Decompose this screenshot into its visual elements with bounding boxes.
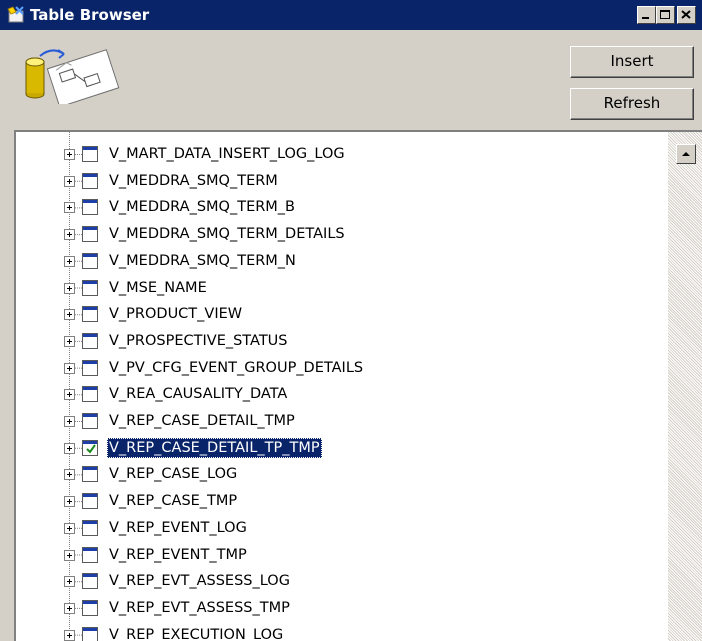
expand-plus-icon[interactable] xyxy=(64,309,75,321)
tree-item[interactable]: V_REP_CASE_LOG xyxy=(64,464,624,490)
table-icon xyxy=(82,306,98,323)
tree-item[interactable]: V_MEDDRA_SMQ_TERM xyxy=(64,171,624,197)
tree-item[interactable]: V_REP_EXECUTION_LOG xyxy=(64,625,624,641)
tree-item[interactable]: V_REP_EVENT_TMP xyxy=(64,545,624,571)
tree-item-label: V_REP_EVT_ASSESS_LOG xyxy=(109,573,290,590)
tree-item[interactable]: V_MEDDRA_SMQ_TERM_B xyxy=(64,197,624,223)
expand-plus-icon[interactable] xyxy=(64,629,75,641)
expand-plus-icon[interactable] xyxy=(64,416,75,427)
tree-item-label: V_PRODUCT_VIEW xyxy=(109,306,243,323)
expand-plus-icon[interactable] xyxy=(64,549,75,561)
arrow-up-icon xyxy=(682,152,690,156)
expand-plus-icon[interactable] xyxy=(64,496,75,508)
table-icon xyxy=(82,146,98,162)
tree-item-label: V_MEDDRA_SMQ_TERM_B xyxy=(109,199,296,216)
table-icon xyxy=(82,493,98,510)
table-browser-icon xyxy=(7,6,24,23)
tree-item-label: V_MART_DATA_INSERT_LOG_LOG xyxy=(109,146,345,162)
tree-item[interactable]: V_REA_CAUSALITY_DATA xyxy=(64,384,624,410)
tree-item[interactable]: V_MART_DATA_INSERT_LOG_LOG xyxy=(64,144,624,170)
expand-plus-icon[interactable] xyxy=(64,335,75,347)
insert-button[interactable]: Insert xyxy=(570,46,694,78)
tree-item[interactable]: V_REP_EVT_ASSESS_TMP xyxy=(64,598,624,624)
tree-item[interactable]: V_REP_CASE_DETAIL_TMP xyxy=(64,411,624,437)
table-icon xyxy=(82,599,98,616)
tree-item[interactable]: V_PV_CFG_EVENT_GROUP_DETAILS xyxy=(64,358,624,384)
expand-plus-icon[interactable] xyxy=(64,602,75,614)
table-tree[interactable]: V_MART_DATA_INSERT_LOG_LOG V_MEDDRA_SMQ_T… xyxy=(14,130,702,641)
maximize-icon xyxy=(660,10,670,19)
tree-item-label: V_MSE_NAME xyxy=(109,279,207,296)
table-icon xyxy=(82,359,98,376)
table-icon xyxy=(82,573,98,590)
table-icon xyxy=(82,626,98,641)
tree-item-label: V_REP_CASE_LOG xyxy=(109,466,238,483)
tree-item[interactable]: V_MEDDRA_SMQ_TERM_DETAILS xyxy=(64,224,624,250)
tree-item[interactable]: V_PRODUCT_VIEW xyxy=(64,304,624,330)
minimize-icon xyxy=(642,17,649,19)
tree-item-label: V_MEDDRA_SMQ_TERM_DETAILS xyxy=(109,226,345,243)
tree-item-label: V_REP_EXECUTION_LOG xyxy=(109,626,284,641)
tree-item-label: V_REA_CAUSALITY_DATA xyxy=(109,386,288,403)
tree-item[interactable]: V_REP_EVENT_LOG xyxy=(64,518,624,544)
expand-plus-icon[interactable] xyxy=(64,442,75,454)
tree-item-label: V_MEDDRA_SMQ_TERM xyxy=(109,172,278,189)
expand-plus-icon[interactable] xyxy=(64,229,75,241)
tree-item-label: V_REP_EVENT_TMP xyxy=(109,546,247,563)
tree-item[interactable]: V_REP_EVT_ASSESS_LOG xyxy=(64,571,624,597)
window-title: Table Browser xyxy=(30,6,150,24)
tree-item-label: V_REP_CASE_DETAIL_TMP xyxy=(109,413,295,429)
table-icon xyxy=(82,172,98,189)
expand-plus-icon[interactable] xyxy=(64,522,75,534)
expand-plus-icon[interactable] xyxy=(64,389,75,401)
close-button[interactable] xyxy=(677,6,696,24)
close-icon xyxy=(681,10,691,19)
expand-plus-icon[interactable] xyxy=(64,469,75,481)
table-icon xyxy=(82,466,98,483)
expand-plus-icon[interactable] xyxy=(64,255,75,267)
vertical-scrollbar[interactable] xyxy=(668,132,702,641)
tree-item[interactable]: V_MEDDRA_SMQ_TERM_N xyxy=(64,251,624,277)
expand-plus-icon[interactable] xyxy=(64,175,75,187)
table-icon xyxy=(82,332,98,349)
table-icon xyxy=(82,199,98,216)
table-icon xyxy=(82,252,98,269)
expand-plus-icon[interactable] xyxy=(64,576,75,588)
maximize-button[interactable] xyxy=(656,6,675,24)
title-bar[interactable]: Table Browser xyxy=(0,0,702,30)
database-diagram-icon xyxy=(25,49,120,104)
table-browser-window: Table Browser Insert Refresh V_MART_DATA… xyxy=(0,0,702,641)
expand-plus-icon[interactable] xyxy=(64,362,75,374)
table-icon xyxy=(82,519,98,536)
expand-plus-icon[interactable] xyxy=(64,149,75,160)
refresh-button[interactable]: Refresh xyxy=(570,88,694,120)
tree-item[interactable]: V_REP_CASE_DETAIL_TP_TMP xyxy=(64,437,624,464)
table-icon xyxy=(82,386,98,403)
table-icon xyxy=(82,546,98,563)
tree-item-label: V_REP_EVT_ASSESS_TMP xyxy=(109,599,290,616)
expand-plus-icon[interactable] xyxy=(64,282,75,294)
table-icon xyxy=(82,413,98,429)
minimize-button[interactable] xyxy=(637,6,656,24)
tree-item-label: V_MEDDRA_SMQ_TERM_N xyxy=(109,252,296,269)
tree-item-label: V_PROSPECTIVE_STATUS xyxy=(109,332,288,349)
tree-item-label: V_REP_CASE_TMP xyxy=(109,493,238,510)
table-icon xyxy=(82,279,98,296)
tree-item-label: V_REP_CASE_DETAIL_TP_TMP xyxy=(107,437,322,458)
scroll-up-button[interactable] xyxy=(676,144,696,164)
tree-item-label: V_PV_CFG_EVENT_GROUP_DETAILS xyxy=(109,359,364,376)
table-checked-icon xyxy=(82,439,98,456)
expand-plus-icon[interactable] xyxy=(64,202,75,214)
tree-item[interactable]: V_MSE_NAME xyxy=(64,278,624,304)
tree-item-label: V_REP_EVENT_LOG xyxy=(109,519,247,536)
table-icon xyxy=(82,226,98,243)
tree-item[interactable]: V_PROSPECTIVE_STATUS xyxy=(64,331,624,357)
tree-item[interactable]: V_REP_CASE_TMP xyxy=(64,491,624,517)
